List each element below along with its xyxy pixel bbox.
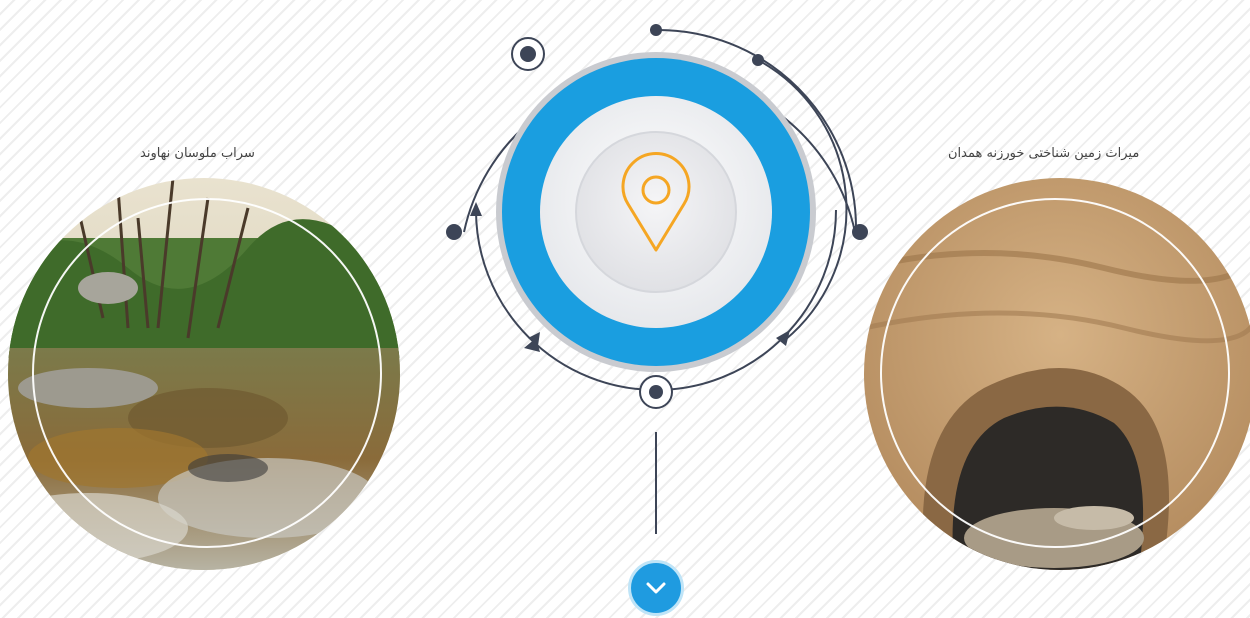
left-photo-caption: سراب ملوسان نهاوند [140, 146, 255, 161]
arc-dot [650, 24, 662, 36]
right-photo-caption: میراث زمین شناختی خورزنه همدان [948, 146, 1140, 161]
arc-dot [752, 54, 764, 66]
scroll-down-button[interactable] [628, 560, 684, 616]
chevron-down-icon [646, 582, 666, 594]
arc-dot [446, 224, 462, 240]
arc-dot [852, 224, 868, 240]
spring-photo[interactable] [8, 178, 400, 570]
location-hub [440, 0, 880, 420]
cave-photo[interactable] [864, 178, 1250, 570]
connector-line [655, 432, 657, 534]
